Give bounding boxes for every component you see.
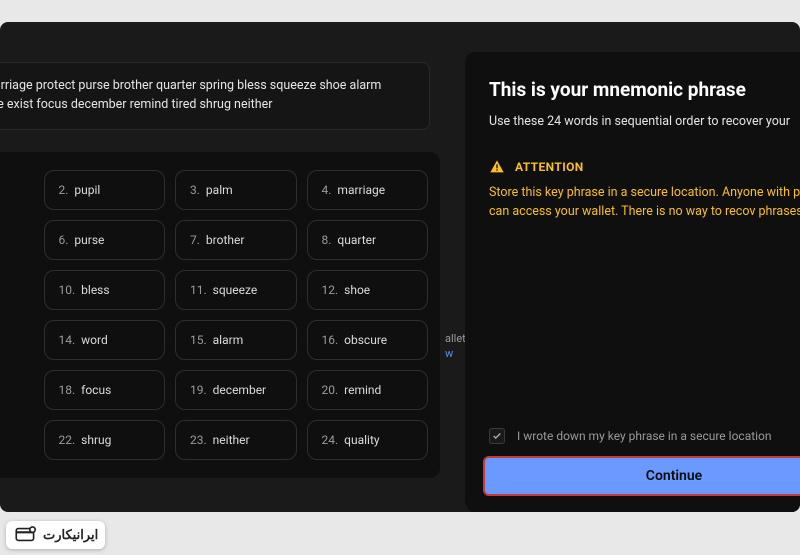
word-chip: 20.remind — [307, 370, 429, 410]
word-chip: 16.obscure — [307, 320, 429, 360]
attention-text: Store this key phrase in a secure locati… — [489, 183, 800, 222]
word-chip: 23.neither — [175, 420, 297, 460]
word-chip: 10.bless — [44, 270, 166, 310]
word-chip: 4.marriage — [307, 170, 429, 210]
word-chip: 18.focus — [44, 370, 166, 410]
word-chip: 3.palm — [175, 170, 297, 210]
word-chip: 6.purse — [44, 220, 166, 260]
attention-header: ATTENTION — [489, 159, 800, 175]
mnemonic-word-grid: 2.pupil 3.palm 4.marriage 6.purse 7.brot… — [0, 152, 440, 478]
word-chip: 7.brother — [175, 220, 297, 260]
word-chip: 19.december — [175, 370, 297, 410]
watermark-badge: ایرانیکارت — [6, 521, 105, 549]
phrase-summary-box: alm marriage protect purse brother quart… — [0, 62, 430, 130]
mnemonic-right-panel: This is your mnemonic phrase Use these 2… — [465, 52, 800, 512]
word-chip: 22.shrug — [44, 420, 166, 460]
confirmation-checkbox-row: I wrote down my key phrase in a secure l… — [489, 428, 772, 444]
word-chip: 14.word — [44, 320, 166, 360]
word-chip: 11.squeeze — [175, 270, 297, 310]
continue-button[interactable]: Continue — [483, 456, 800, 496]
attention-label: ATTENTION — [515, 160, 584, 174]
watermark-text: ایرانیکارت — [43, 528, 98, 543]
phrase-summary-text: alm marriage protect purse brother quart… — [0, 78, 381, 112]
card-icon — [13, 522, 39, 548]
background-link-snippet: allet w — [445, 332, 466, 360]
word-chip: 12.shoe — [307, 270, 429, 310]
panel-subtitle: Use these 24 words in sequential order t… — [489, 113, 800, 131]
confirm-checkbox[interactable] — [489, 428, 505, 444]
word-chip: 8.quarter — [307, 220, 429, 260]
word-chip: 2.pupil — [44, 170, 166, 210]
continue-button-label: Continue — [646, 468, 702, 484]
panel-title: This is your mnemonic phrase — [489, 78, 800, 101]
warning-icon — [489, 159, 505, 175]
confirm-checkbox-label: I wrote down my key phrase in a secure l… — [517, 429, 772, 443]
app-window: alm marriage protect purse brother quart… — [0, 22, 800, 512]
check-icon — [492, 431, 502, 441]
word-chip: 24.quality — [307, 420, 429, 460]
word-chip: 15.alarm — [175, 320, 297, 360]
